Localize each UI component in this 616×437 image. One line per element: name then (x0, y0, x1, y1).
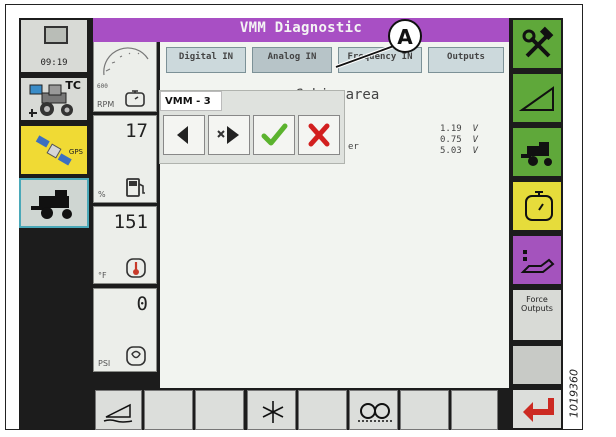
next-clear-button[interactable] (208, 115, 250, 155)
reading-unit: V (472, 135, 478, 145)
previous-button[interactable] (163, 115, 205, 155)
reading-value: 5.03 (440, 146, 462, 156)
combine-icon (31, 190, 72, 219)
tools-tile[interactable] (511, 18, 563, 70)
combine-settings-tile[interactable] (511, 126, 563, 178)
figure-id-box: 1019360 (566, 365, 582, 425)
header-height-button[interactable] (95, 390, 142, 430)
combine-icon (521, 142, 552, 166)
engine-icon (125, 90, 145, 107)
clock-tile[interactable]: 09:19 (19, 18, 89, 74)
bottom-button-2[interactable] (144, 390, 193, 430)
engine-tile[interactable] (511, 180, 563, 232)
rpm-min: 600 (97, 83, 108, 90)
fuel-gauge: 17 % (93, 115, 157, 203)
reel-speed-button[interactable] (247, 390, 296, 430)
reading-value: 0.75 (440, 135, 462, 145)
pressure-unit: PSI (98, 359, 111, 368)
pressure-gauge: 0 PSI (93, 288, 157, 372)
display-screen: 09:19 2400 600 RPM (19, 18, 563, 430)
task-controller-tile[interactable]: TC (19, 76, 89, 122)
oil-pressure-icon (126, 346, 146, 366)
force-outputs-button[interactable]: Force Outputs (511, 288, 563, 342)
row-label: er (348, 142, 359, 152)
clear-arrow-right-icon (217, 126, 239, 144)
bottom-button-7[interactable] (400, 390, 449, 430)
page-title: VMM Diagnostic (239, 20, 363, 36)
confirm-button[interactable] (253, 115, 295, 155)
figure-id: 1019360 (567, 369, 581, 418)
bottom-button-3[interactable] (195, 390, 244, 430)
fuel-value: 17 (125, 120, 148, 142)
callout-a: A (388, 19, 422, 53)
combine-tile[interactable] (19, 178, 89, 228)
rpm-unit: RPM (97, 100, 115, 109)
ground-slope-icon (103, 403, 133, 423)
reading-row: 0.75 V (440, 135, 478, 146)
gps-tile[interactable]: GPS (19, 124, 89, 176)
clock-time: 09:19 (40, 58, 68, 68)
temperature-value: 151 (113, 211, 148, 233)
tab-digital-in[interactable]: Digital IN (166, 47, 246, 73)
bottom-button-5[interactable] (298, 390, 347, 430)
return-arrow-icon (523, 398, 554, 422)
temperature-unit: °F (98, 271, 107, 280)
coolant-thermometer-icon (126, 258, 146, 278)
arrow-left-icon (177, 126, 188, 144)
operator-tile[interactable] (511, 234, 563, 286)
fuel-unit: % (98, 190, 106, 199)
red-x-icon (308, 123, 330, 147)
readings-column: 1.19 V 0.75 V 5.03 V (440, 124, 478, 157)
rpm-dial-icon (103, 47, 149, 76)
reading-value: 1.19 (440, 124, 462, 134)
bottom-toolbar (93, 390, 509, 430)
reading-row: 5.03 V (440, 146, 478, 157)
reading-row: 1.19 V (440, 124, 478, 135)
figure-frame: 09:19 2400 600 RPM (5, 4, 583, 430)
hand-press-icon (520, 250, 555, 273)
reading-unit: V (472, 146, 478, 156)
reading-unit: V (472, 124, 478, 134)
reel-asterisk-icon (262, 401, 284, 423)
dialog-title: VMM - 3 (160, 91, 222, 111)
vmm-dialog: VMM - 3 (159, 90, 345, 164)
cancel-button[interactable] (298, 115, 340, 155)
right-empty-tile (511, 344, 563, 386)
wedge-tile[interactable] (511, 72, 563, 124)
display-icon (44, 26, 68, 44)
ground-speed-button[interactable] (349, 390, 398, 430)
temperature-gauge: 151 °F (93, 206, 157, 284)
hammer-wrench-icon (522, 26, 554, 58)
title-bar: VMM Diagnostic (93, 18, 509, 42)
gps-label: GPS (68, 148, 83, 156)
tc-label: TC (65, 79, 81, 92)
bottom-button-8[interactable] (451, 390, 498, 430)
return-button[interactable] (511, 388, 563, 430)
rpm-gauge: 2400 600 RPM (93, 34, 157, 112)
engine-gauge-icon (525, 191, 553, 221)
tab-outputs[interactable]: Outputs (428, 47, 504, 73)
slope-icon (519, 86, 554, 111)
pressure-value: 0 (136, 293, 148, 315)
fuel-pump-icon (126, 178, 145, 197)
wheels-ground-icon (358, 403, 392, 422)
force-outputs-label: Force Outputs (521, 295, 553, 313)
checkmark-icon (261, 123, 288, 146)
